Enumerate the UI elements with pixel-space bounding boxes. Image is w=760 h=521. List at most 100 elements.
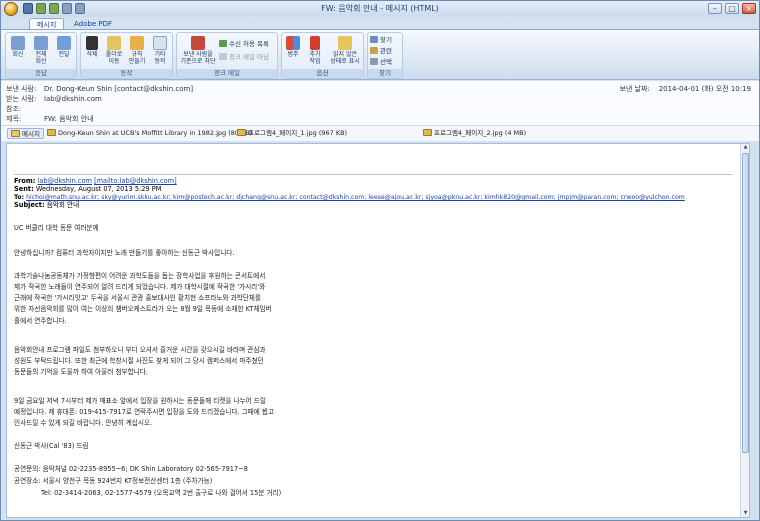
message-window: FW: 음악회 안내 - 메시지 (HTML) – □ × 메시지 Adobe … xyxy=(0,0,760,521)
safe-list-icon xyxy=(219,40,227,47)
body-greeting: UC 버클리 대학 동문 여러분께 xyxy=(14,224,99,232)
ribbon-group-actions: 삭제 폴더로 이동 규칙 만들기 기타 동작 동작 xyxy=(80,32,173,79)
forward-button[interactable]: 전달 xyxy=(54,36,74,58)
attachment-message[interactable]: 메시지 xyxy=(7,128,44,139)
ribbon: 회신 전체 회신 전달 응답 삭제 폴더로 이동 규칙 만들기 기타 동작 동작… xyxy=(1,29,759,80)
to-label: 받는 사람: xyxy=(6,95,37,103)
folder-icon xyxy=(107,36,121,50)
rule-icon xyxy=(130,36,144,50)
categorize-button[interactable]: 범주 xyxy=(283,36,303,58)
other-actions-button[interactable]: 기타 동작 xyxy=(150,36,170,65)
group-label-options: 옵션 xyxy=(282,69,363,78)
attachment-program-page-2[interactable]: 프로그램4_페이지_2.jpg (4 MB) xyxy=(423,128,526,139)
envelope-icon xyxy=(11,130,20,137)
forward-from-email-link[interactable]: lab@dkshin.com xyxy=(37,177,91,185)
vertical-scrollbar[interactable]: ▲ ▼ xyxy=(740,144,749,517)
attachment-photo[interactable]: Dong-Keun Shin at UCB's Moffitt Library … xyxy=(47,128,252,139)
reply-icon xyxy=(11,36,25,50)
body-paragraph-1-line-2: 제가 작곡한 노래들이 연주되어 알려 드리게 되었습니다. 제가 대학시절에 … xyxy=(14,283,266,291)
cc-label: 참조: xyxy=(6,105,22,113)
header-cc-row: 참조: xyxy=(6,104,44,114)
attachment-bar: 메시지 Dong-Keun Shin at UCB's Moffitt Libr… xyxy=(1,125,759,141)
forward-to: To: hichoi@math.snu.ac.kr; sky@yurim.skk… xyxy=(14,194,685,201)
ribbon-group-junk: 보낸 사람을 기준으로 차단 수신 허용 목록 정크 메일 아님 정크 메일 xyxy=(176,32,278,79)
forward-separator xyxy=(14,174,732,175)
maximize-button[interactable]: □ xyxy=(725,3,739,14)
body-paragraph-1-line-1: 과학기술나눔공동체가 가정형편이 어려운 과학도들을 돕는 장학사업을 후원하는… xyxy=(14,272,266,280)
header-to-row: 받는 사람: lab@dkshin.com xyxy=(6,94,102,104)
block-sender-button[interactable]: 보낸 사람을 기준으로 차단 xyxy=(178,36,218,65)
subject-value: FW: 음악회 안내 xyxy=(44,115,94,123)
mark-unread-button[interactable]: 읽지 않은 상태로 표시 xyxy=(328,36,362,65)
forward-icon xyxy=(57,36,71,50)
body-paragraph-1-line-3: 근래에 작곡한 '가시리잇고' 두곡을 서울시 관광 홍보대사인 황치현 소프라… xyxy=(14,294,261,302)
to-value[interactable]: lab@dkshin.com xyxy=(44,95,102,103)
message-body[interactable]: From: lab@dkshin.com [mailto:lab@dkshin.… xyxy=(6,143,750,518)
from-value[interactable]: Dr. Dong-Keun Shin [contact@dkshin.com] xyxy=(44,85,193,93)
select-button[interactable]: 선택 xyxy=(370,58,392,67)
image-file-icon xyxy=(423,129,432,136)
body-paragraph-3-line-2: 예정입니다. 제 휴대폰: 019-415-7917로 연락주시면 입장을 도와… xyxy=(14,408,275,416)
close-button[interactable]: × xyxy=(742,3,756,14)
flag-icon xyxy=(310,36,320,50)
body-signature: 신동근 박사(Cal '83) 드림 xyxy=(14,442,89,450)
reply-all-icon xyxy=(34,36,48,50)
body-venue: 공연장소: 서울시 양천구 목동 924번지 KT정보전산센터 1층 (주차가능… xyxy=(14,477,213,485)
find-icon xyxy=(370,36,378,43)
ribbon-group-respond: 회신 전체 회신 전달 응답 xyxy=(5,32,77,79)
window-title: FW: 음악회 안내 - 메시지 (HTML) xyxy=(321,4,439,13)
delete-icon xyxy=(86,36,98,50)
body-paragraph-2-line-2: 성원도 부탁드립니다. 또한 최근에 학창시절 사진도 찾게 되어 그 당시 캠… xyxy=(14,357,264,365)
body-paragraph-3-line-1: 9일 금요일 저녁 7시부터 제가 매표소 앞에서 입장을 원하시는 동문들께 … xyxy=(14,397,266,405)
follow-up-button[interactable]: 추가 작업 xyxy=(305,36,325,65)
mark-unread-icon xyxy=(338,36,352,50)
sent-label: 보낸 날짜: xyxy=(619,85,650,93)
body-tel: Tel: 02-3414-2063, 02-1577-4579 (오목교역 2번… xyxy=(41,489,282,497)
body-intro: 안녕하십니까? 컴퓨터 과학자이지만 노래 만들기를 좋아하는 신동근 박사입니… xyxy=(14,249,235,257)
find-button[interactable]: 찾기 xyxy=(370,36,392,45)
forward-subject: Subject: 음악회 안내 xyxy=(14,201,80,209)
body-paragraph-2-line-3: 동문들의 기억을 도울까 하여 아울러 첨부합니다. xyxy=(14,368,148,376)
group-label-actions: 동작 xyxy=(81,69,172,78)
group-label-respond: 응답 xyxy=(6,69,76,78)
reply-button[interactable]: 회신 xyxy=(8,36,28,58)
message-content: From: lab@dkshin.com [mailto:lab@dkshin.… xyxy=(12,144,737,517)
delete-button[interactable]: 삭제 xyxy=(82,36,102,58)
window-controls: – □ × xyxy=(708,3,756,14)
from-label: 보낸 사람: xyxy=(6,85,37,93)
group-label-find: 찾기 xyxy=(368,69,402,78)
categorize-icon xyxy=(286,36,300,50)
reply-all-button[interactable]: 전체 회신 xyxy=(31,36,51,65)
select-icon xyxy=(370,58,378,65)
block-sender-icon xyxy=(191,36,205,50)
ribbon-group-find: 찾기 관련 선택 찾기 xyxy=(367,32,403,79)
body-paragraph-3-line-3: 인사드릴 수 있게 되길 바랍니다. 안녕히 계십시오. xyxy=(14,419,153,427)
create-rule-button[interactable]: 규칙 만들기 xyxy=(127,36,147,65)
header-subject-row: 제목: FW: 음악회 안내 xyxy=(6,114,94,124)
not-junk-icon xyxy=(219,53,227,60)
body-inquiry: 공연문의: 음악처널 02-2235-8955~6; DK Shin Labor… xyxy=(14,465,248,473)
scroll-up-icon[interactable]: ▲ xyxy=(742,144,749,151)
related-icon xyxy=(370,47,378,54)
forward-from-mailto-link[interactable]: [mailto:lab@dkshin.com] xyxy=(94,177,177,185)
image-file-icon xyxy=(47,129,56,136)
minimize-button[interactable]: – xyxy=(708,3,722,14)
safe-list-button[interactable]: 수신 허용 목록 xyxy=(219,40,269,49)
attachment-program-page-1[interactable]: 프로그램4_페이지_1.jpg (967 KB) xyxy=(237,128,347,139)
not-junk-button[interactable]: 정크 메일 아님 xyxy=(219,53,269,62)
body-paragraph-2-line-1: 음악회안내 프로그램 파일도 첨부하오니 부디 오셔서 즐거운 시간을 갖으시길… xyxy=(14,346,266,354)
header-from-row: 보낸 사람: Dr. Dong-Keun Shin [contact@dkshin… xyxy=(6,84,193,94)
subject-label: 제목: xyxy=(6,115,22,123)
header-sent: 보낸 날짜: 2014-04-01 (화) 오전 10:19 xyxy=(619,84,751,94)
scroll-down-icon[interactable]: ▼ xyxy=(742,510,749,517)
ribbon-group-options: 범주 추가 작업 읽지 않은 상태로 표시 옵션 xyxy=(281,32,364,79)
body-paragraph-1-line-4: 위한 자선음악회를 많이 여는 이상희 챔버오케스트라가 오는 8월 9일 목동… xyxy=(14,305,272,313)
group-label-junk: 정크 메일 xyxy=(177,69,277,78)
body-paragraph-1-line-5: 홀에서 연주합니다. xyxy=(14,317,67,325)
title-bar: FW: 음악회 안내 - 메시지 (HTML) – □ × xyxy=(1,1,759,17)
scroll-thumb[interactable] xyxy=(742,153,749,453)
forward-to-recipients-links[interactable]: hichoi@math.snu.ac.kr; sky@yurim.skku.ac… xyxy=(26,194,685,201)
sent-value: 2014-04-01 (화) 오전 10:19 xyxy=(658,85,751,93)
move-to-folder-button[interactable]: 폴더로 이동 xyxy=(104,36,124,65)
related-button[interactable]: 관련 xyxy=(370,47,392,56)
